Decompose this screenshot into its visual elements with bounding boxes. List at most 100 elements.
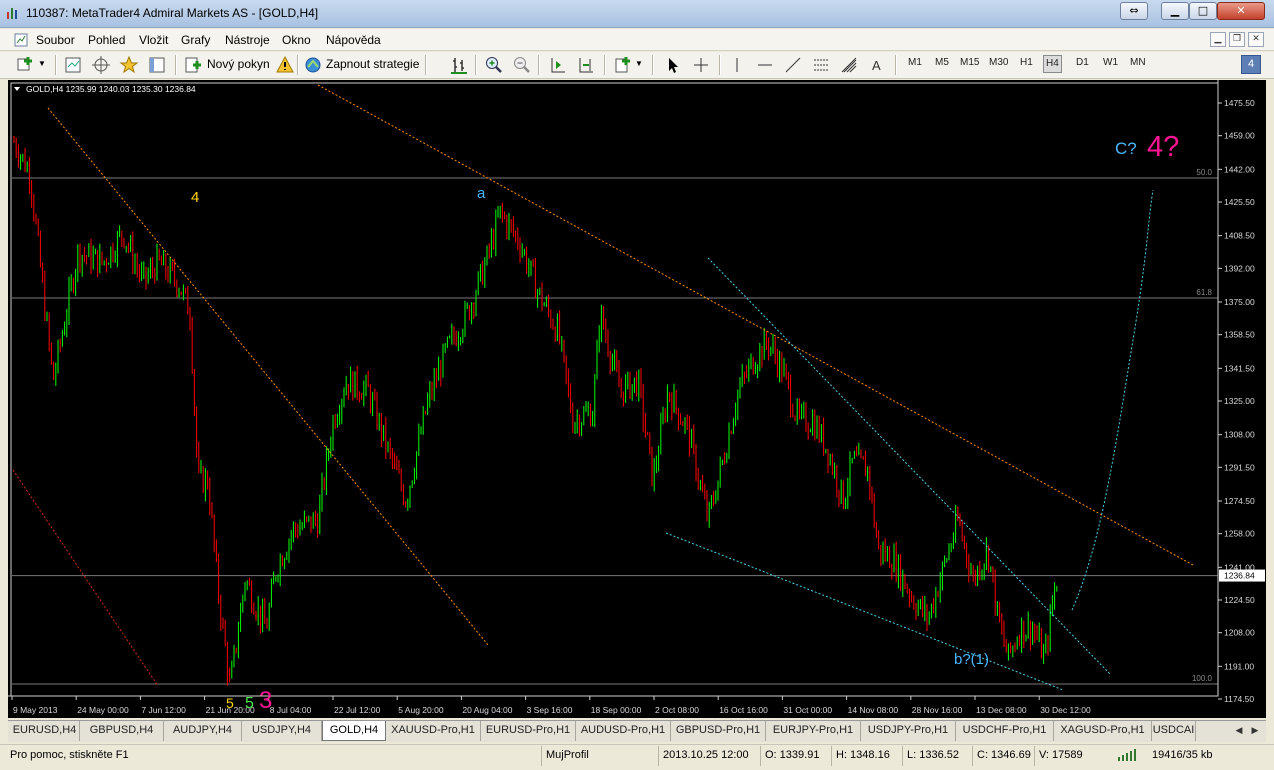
svg-text:A: A [872,58,881,73]
time-axis-label: 9 May 2013 [13,705,58,715]
timeframe-h1-button[interactable]: H1 [1020,57,1033,68]
toolbar: ▼ Nový pokyn Zapnout strategie ▼ A M1 M5… [0,52,1274,79]
menu-nastroje[interactable]: Nástroje [225,33,270,47]
fibonacci-icon[interactable] [839,55,859,75]
timeframe-m30-button[interactable]: M30 [989,57,1008,68]
tabs-scroll-left-icon[interactable]: ◀ [1232,724,1246,738]
horizontal-line-icon[interactable] [755,55,775,75]
chart-tab[interactable]: GBPUSD,H4 [80,721,164,741]
chart-tab[interactable]: EURUSD-Pro,H1 [481,721,576,741]
time-axis-label: 18 Sep 00:00 [591,705,642,715]
new-order-icon[interactable] [183,55,203,75]
chart-tab[interactable]: AUDUSD-Pro,H1 [576,721,671,741]
new-chart-icon[interactable] [16,55,36,75]
text-label-icon[interactable]: A [867,55,887,75]
new-chart-dropdown-icon[interactable]: ▼ [38,54,46,76]
price-chart[interactable]: 1475.50 1459.00 1442.00 1425.50 1408.50 1392.… [8,80,1266,718]
vertical-line-icon[interactable] [727,55,747,75]
child-close-button[interactable]: ✕ [1248,32,1264,47]
autotrading-button[interactable]: Zapnout strategie [326,54,419,76]
time-axis-label: 30 Dec 12:00 [1040,705,1091,715]
status-bar: Pro pomoc, stiskněte F1 MujProfil 2013.1… [0,744,1274,770]
new-order-button[interactable]: Nový pokyn [207,54,270,76]
minimize-button[interactable]: ▁ [1161,2,1189,20]
chart-tab[interactable]: XAUUSD-Pro,H1 [386,721,481,741]
traffic-counter: 19416/35 kb [1152,749,1213,761]
window-count-badge[interactable]: 4 [1241,55,1261,74]
chart-tab[interactable]: USDCAI [1152,721,1196,741]
crosshair-navigator-icon[interactable] [91,55,111,75]
time-axis-label: 8 Jul 04:00 [270,705,312,715]
timeframe-m15-button[interactable]: M15 [960,57,979,68]
price-axis-label: 1408.50 [1224,231,1255,241]
chart-tab[interactable]: GBPUSD-Pro,H1 [671,721,766,741]
wave-label-b: b?(1) [954,651,989,668]
menu-pohled[interactable]: Pohled [88,33,125,47]
chart-tab[interactable]: EURUSD,H4 [10,721,80,741]
timeframe-w1-button[interactable]: W1 [1103,57,1118,68]
price-axis-label: 1375.00 [1224,297,1255,307]
chart-area[interactable]: 1475.50 1459.00 1442.00 1425.50 1408.50 1392.… [8,80,1266,718]
time-axis-label: 7 Jun 12:00 [141,705,186,715]
bar-close: C: 1346.69 [972,746,1031,766]
timeframe-mn-button[interactable]: MN [1130,57,1146,68]
chart-tab[interactable]: USDJPY-Pro,H1 [861,721,956,741]
profile-name[interactable]: MujProfil [541,746,654,766]
menu-vlozit[interactable]: Vložit [139,33,168,47]
price-axis-label: 1174.50 [1224,694,1254,704]
zoom-in-icon[interactable] [484,55,504,75]
restore-size-button[interactable]: ⇔ [1120,2,1148,20]
autotrading-icon[interactable] [303,55,323,75]
time-axis-label: 20 Aug 04:00 [462,705,512,715]
chart-tab[interactable]: USDCHF-Pro,H1 [956,721,1054,741]
chart-tab[interactable]: XAGUSD-Pro,H1 [1054,721,1152,741]
autoscroll-icon[interactable] [576,55,596,75]
chart-menu-triangle-icon [14,87,20,91]
terminal-window-icon[interactable] [147,55,167,75]
star-favorites-icon[interactable] [119,55,139,75]
maximize-button[interactable]: □ [1189,2,1217,20]
child-restore-button[interactable]: ❐ [1229,32,1245,47]
fibo-level-label: 61.8 [1196,288,1212,297]
alert-warning-icon[interactable] [275,55,295,75]
chart-tab[interactable]: GOLD,H4 [322,721,386,741]
price-axis-label: 1274.50 [1224,496,1255,506]
trendline-icon[interactable] [783,55,803,75]
indicators-dropdown-icon[interactable]: ▼ [635,54,643,76]
time-axis-label: 5 Aug 20:00 [398,705,444,715]
cursor-arrow-icon[interactable] [663,55,683,75]
timeframe-m5-button[interactable]: M5 [935,57,949,68]
time-axis-label: 22 Jul 12:00 [334,705,381,715]
bar-chart-type-icon[interactable] [449,55,469,75]
chart-tab[interactable]: EURJPY-Pro,H1 [766,721,861,741]
zoom-out-icon[interactable] [512,55,532,75]
price-axis-label: 1291.50 [1224,462,1255,472]
indicators-icon[interactable] [613,55,633,75]
tabs-scroll-right-icon[interactable]: ▶ [1248,724,1262,738]
price-axis-label: 1208.00 [1224,628,1255,638]
crosshair-icon[interactable] [691,55,711,75]
orange-trendline [47,107,489,646]
price-axis-label: 1358.50 [1224,330,1255,340]
menu-napoveda[interactable]: Nápověda [326,33,381,47]
metatrader-app-icon [7,8,17,19]
chart-border [10,82,1219,697]
projection-curve [1071,189,1154,611]
timeframe-h4-button[interactable]: H4 [1043,55,1062,73]
chart-header: GOLD,H4 1235.99 1240.03 1235.30 1236.84 [26,84,196,94]
child-minimize-button[interactable]: ▁ [1210,32,1226,47]
price-axis-label: 1425.50 [1224,197,1255,207]
menu-okno[interactable]: Okno [282,33,311,47]
close-button[interactable]: ✕ [1217,2,1265,20]
chart-tab[interactable]: USDJPY,H4 [242,721,322,741]
equidistant-channel-icon[interactable] [811,55,831,75]
chart-tab[interactable]: AUDJPY,H4 [164,721,242,741]
menu-soubor[interactable]: Soubor [36,33,75,47]
price-axis-label: 1459.00 [1224,131,1255,141]
menu-grafy[interactable]: Grafy [181,33,210,47]
chart-document-icon [14,33,28,47]
chart-shift-icon[interactable] [548,55,568,75]
market-watch-icon[interactable] [63,55,83,75]
timeframe-d1-button[interactable]: D1 [1076,57,1089,68]
timeframe-m1-button[interactable]: M1 [908,57,922,68]
